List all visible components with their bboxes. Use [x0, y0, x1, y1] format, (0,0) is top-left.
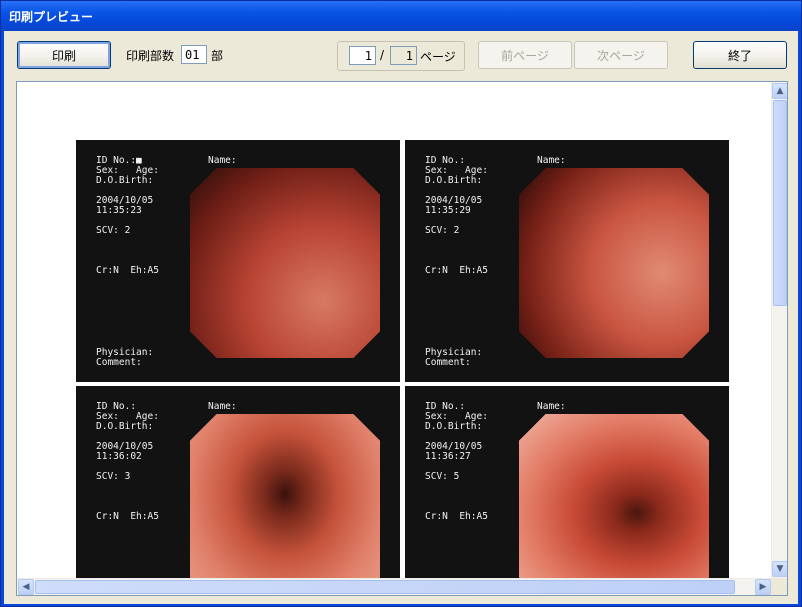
- scv-value: SCV: 3: [96, 471, 131, 482]
- image-panel-3: ID No.: Name: Sex: Age: D.O.Birth: 2004/…: [76, 386, 400, 595]
- report-page: ID No.:■ Name: Sex: Age: D.O.Birth: 2004…: [76, 140, 732, 595]
- page-separator: /: [380, 48, 385, 62]
- scv-value: SCV: 2: [425, 225, 460, 236]
- mode-value: Cr:N Eh:A5: [425, 265, 488, 276]
- name-label: Name:: [208, 155, 237, 166]
- preview-pane[interactable]: ID No.:■ Name: Sex: Age: D.O.Birth: 2004…: [16, 81, 788, 596]
- endoscopy-image: [190, 168, 380, 358]
- print-button[interactable]: 印刷: [17, 41, 111, 69]
- prev-page-button[interactable]: 前ページ: [478, 41, 572, 69]
- current-page-field[interactable]: 1: [349, 46, 376, 65]
- dialog-client-area: 印刷 印刷部数 01 部 1 / 1 ページ 前ページ 次ページ 終了 ID N…: [4, 31, 798, 604]
- scroll-down-button[interactable]: ▼: [772, 561, 787, 577]
- scv-value: SCV: 5: [425, 471, 460, 482]
- copies-unit: 部: [211, 49, 224, 63]
- endoscopy-image: [190, 414, 380, 595]
- page-label: ページ: [420, 50, 456, 64]
- scroll-up-button[interactable]: ▲: [772, 83, 787, 99]
- copies-label: 印刷部数: [126, 49, 175, 63]
- scroll-left-button[interactable]: ◀: [18, 579, 34, 595]
- mode-value: Cr:N Eh:A5: [96, 265, 159, 276]
- print-preview-window: 印刷プレビュー 印刷 印刷部数 01 部 1 / 1 ページ 前ページ 次ページ…: [0, 0, 802, 607]
- total-pages-field: 1: [390, 46, 417, 65]
- dob-label: D.O.Birth:: [96, 175, 154, 186]
- scroll-right-button[interactable]: ▶: [755, 579, 771, 595]
- exam-time: 11:35:23: [96, 205, 142, 216]
- name-label: Name:: [208, 401, 237, 412]
- endoscopy-image: [519, 168, 709, 358]
- horizontal-scrollbar[interactable]: ◀ ▶: [17, 578, 772, 595]
- window-title: 印刷プレビュー: [9, 10, 94, 24]
- comment-label: Comment:: [425, 357, 471, 368]
- close-button[interactable]: 終了: [693, 41, 787, 69]
- next-page-button[interactable]: 次ページ: [574, 41, 668, 69]
- exam-time: 11:36:02: [96, 451, 142, 462]
- vertical-scroll-thumb[interactable]: [773, 100, 787, 306]
- comment-label: Comment:: [96, 357, 142, 368]
- image-panel-1: ID No.:■ Name: Sex: Age: D.O.Birth: 2004…: [76, 140, 400, 382]
- image-panel-2: ID No.: Name: Sex: Age: D.O.Birth: 2004/…: [405, 140, 729, 382]
- image-panel-4: ID No.: Name: Sex: Age: D.O.Birth: 2004/…: [405, 386, 729, 595]
- dob-label: D.O.Birth:: [425, 421, 483, 432]
- endoscopy-image: [519, 414, 709, 595]
- dob-label: D.O.Birth:: [96, 421, 154, 432]
- scrollbar-corner: [771, 578, 787, 595]
- title-bar[interactable]: 印刷プレビュー: [1, 1, 801, 31]
- mode-value: Cr:N Eh:A5: [425, 511, 488, 522]
- exam-time: 11:35:29: [425, 205, 471, 216]
- dob-label: D.O.Birth:: [425, 175, 483, 186]
- vertical-scrollbar[interactable]: ▲ ▼: [771, 82, 787, 578]
- copies-input[interactable]: 01: [181, 45, 207, 64]
- page-indicator: 1 / 1 ページ: [337, 41, 465, 71]
- mode-value: Cr:N Eh:A5: [96, 511, 159, 522]
- scv-value: SCV: 2: [96, 225, 131, 236]
- name-label: Name:: [537, 155, 566, 166]
- name-label: Name:: [537, 401, 566, 412]
- exam-time: 11:36:27: [425, 451, 471, 462]
- horizontal-scroll-thumb[interactable]: [35, 580, 735, 594]
